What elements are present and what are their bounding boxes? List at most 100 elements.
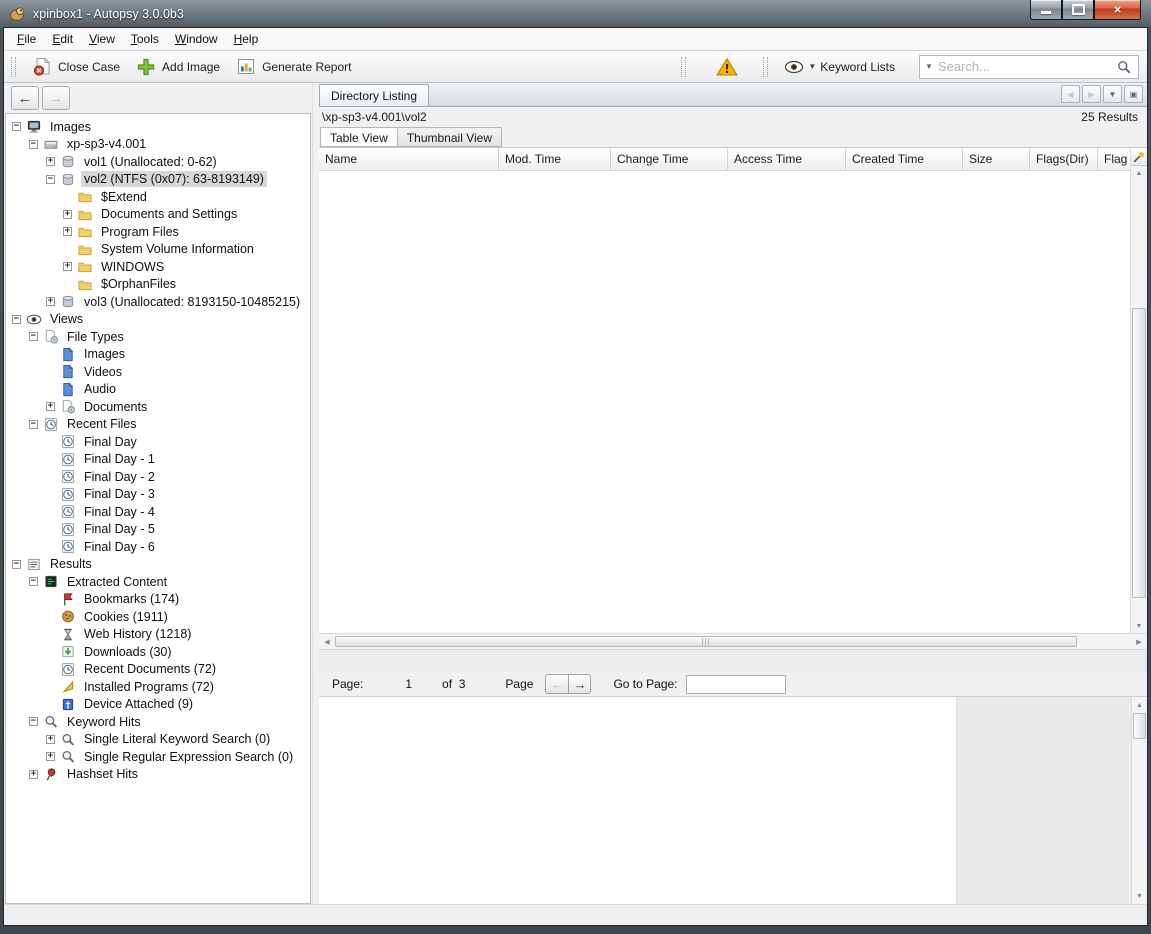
- search-input[interactable]: [936, 58, 1110, 75]
- close-button[interactable]: ×: [1094, 0, 1141, 20]
- tree-item-system-volume-information[interactable]: System Volume Information: [6, 241, 310, 259]
- tree-item-bookmarks-174[interactable]: Bookmarks (174): [6, 591, 310, 609]
- tree-item-windows[interactable]: +WINDOWS: [6, 258, 310, 276]
- tree-item-final-day-3[interactable]: Final Day - 3: [6, 486, 310, 504]
- scroll-down-icon[interactable]: ▼: [1131, 619, 1147, 633]
- back-button[interactable]: ←: [11, 86, 39, 110]
- tree-expander-minus-icon[interactable]: −: [29, 420, 38, 429]
- tree-item-final-day-5[interactable]: Final Day - 5: [6, 521, 310, 539]
- menu-edit[interactable]: Edit: [44, 28, 81, 50]
- tree-item-single-regular-expression-search-0[interactable]: +Single Regular Expression Search (0): [6, 748, 310, 766]
- scroll-right-icon[interactable]: ▶: [1131, 638, 1147, 646]
- tab-table-view[interactable]: Table View: [320, 127, 398, 147]
- title-bar[interactable]: xpinbox1 - Autopsy 3.0.0b3: [0, 0, 1151, 27]
- column-header-created-time[interactable]: Created Time: [846, 148, 963, 170]
- panel-splitter[interactable]: [312, 83, 319, 904]
- scroll-down-icon[interactable]: ▼: [1132, 889, 1147, 903]
- toolbar-grip[interactable]: [763, 57, 768, 77]
- maximize-panel-icon[interactable]: ▣: [1124, 85, 1143, 103]
- forward-button[interactable]: →: [42, 86, 70, 110]
- tree-item-final-day[interactable]: Final Day: [6, 433, 310, 451]
- tree-item-hashset-hits[interactable]: +Hashset Hits: [6, 766, 310, 784]
- column-header-flag[interactable]: Flag: [1098, 148, 1131, 170]
- scroll-left-icon[interactable]: ◀: [319, 638, 335, 646]
- tab-thumbnail-view[interactable]: Thumbnail View: [397, 127, 502, 147]
- tree-item-final-day-2[interactable]: Final Day - 2: [6, 468, 310, 486]
- tree-item-extend[interactable]: $Extend: [6, 188, 310, 206]
- menu-file[interactable]: File: [9, 28, 44, 50]
- tree-expander-plus-icon[interactable]: +: [63, 210, 72, 219]
- column-header-mod-time[interactable]: Mod. Time: [499, 148, 611, 170]
- keyword-lists-button[interactable]: ▼ Keyword Lists: [776, 58, 905, 76]
- tree-item-audio[interactable]: Audio: [6, 381, 310, 399]
- tree-expander-minus-icon[interactable]: −: [46, 175, 55, 184]
- tree-item-downloads-30[interactable]: Downloads (30): [6, 643, 310, 661]
- tree-item-single-literal-keyword-search-0[interactable]: +Single Literal Keyword Search (0): [6, 731, 310, 749]
- tree-item-final-day-1[interactable]: Final Day - 1: [6, 451, 310, 469]
- tree-item-extracted-content[interactable]: −Extracted Content: [6, 573, 310, 591]
- menu-view[interactable]: View: [81, 28, 123, 50]
- minimize-button[interactable]: [1030, 0, 1062, 20]
- tree-expander-plus-icon[interactable]: +: [29, 770, 38, 779]
- tree-expander-plus-icon[interactable]: +: [46, 735, 55, 744]
- tree-expander-plus-icon[interactable]: +: [46, 157, 55, 166]
- add-image-button[interactable]: Add Image: [128, 54, 228, 80]
- tree-expander-plus-icon[interactable]: +: [46, 297, 55, 306]
- horizontal-scroll-thumb[interactable]: |||: [335, 636, 1077, 647]
- tree-expander-minus-icon[interactable]: −: [29, 577, 38, 586]
- tree-item-final-day-4[interactable]: Final Day - 4: [6, 503, 310, 521]
- tree-expander-minus-icon[interactable]: −: [12, 315, 21, 324]
- vertical-scroll-thumb[interactable]: [1132, 308, 1146, 598]
- tree-item-xp-sp3-v4-001[interactable]: −xp-sp3-v4.001: [6, 136, 310, 154]
- column-header-name[interactable]: Name: [319, 148, 499, 170]
- tree-item-images[interactable]: −Images: [6, 118, 310, 136]
- tree-item-recent-documents-72[interactable]: Recent Documents (72): [6, 661, 310, 679]
- table-vertical-scrollbar[interactable]: ▲ ▼: [1130, 148, 1147, 633]
- tree-item-vol1-unallocated-0-62[interactable]: +vol1 (Unallocated: 0-62): [6, 153, 310, 171]
- tree-item-installed-programs-72[interactable]: Installed Programs (72): [6, 678, 310, 696]
- toolbar-grip[interactable]: [11, 57, 16, 77]
- column-header-size[interactable]: Size: [963, 148, 1030, 170]
- toolbar-grip[interactable]: [681, 57, 686, 77]
- tree-expander-minus-icon[interactable]: −: [29, 332, 38, 341]
- menu-help[interactable]: Help: [226, 28, 267, 50]
- menu-window[interactable]: Window: [167, 28, 226, 50]
- column-header-flags-dir[interactable]: Flags(Dir): [1030, 148, 1098, 170]
- tree-expander-minus-icon[interactable]: −: [29, 140, 38, 149]
- tab-scroll-left-icon[interactable]: ◀: [1061, 85, 1080, 103]
- tree-item-documents[interactable]: +Documents: [6, 398, 310, 416]
- tree-item-cookies-1911[interactable]: Cookies (1911): [6, 608, 310, 626]
- previous-page-button[interactable]: ←: [545, 674, 568, 694]
- column-header-access-time[interactable]: Access Time: [728, 148, 846, 170]
- tree-item-videos[interactable]: Videos: [6, 363, 310, 381]
- tree-item-keyword-hits[interactable]: −Keyword Hits: [6, 713, 310, 731]
- tree-item-results[interactable]: −Results: [6, 556, 310, 574]
- column-settings-button[interactable]: [1131, 148, 1147, 166]
- tab-directory-listing[interactable]: Directory Listing: [319, 84, 429, 106]
- tab-scroll-right-icon[interactable]: ▶: [1082, 85, 1101, 103]
- tree-item-vol2-ntfs-0x07-63-8193149[interactable]: −vol2 (NTFS (0x07): 63-8193149): [6, 171, 310, 189]
- tree-item-vol3-unallocated-8193150-10485215[interactable]: +vol3 (Unallocated: 8193150-10485215): [6, 293, 310, 311]
- scroll-up-icon[interactable]: ▲: [1132, 698, 1147, 712]
- tree-item-recent-files[interactable]: −Recent Files: [6, 416, 310, 434]
- menu-tools[interactable]: Tools: [123, 28, 167, 50]
- hex-scroll-thumb[interactable]: [1133, 713, 1146, 739]
- scroll-up-icon[interactable]: ▲: [1131, 166, 1147, 180]
- tab-list-dropdown-icon[interactable]: ▼: [1103, 85, 1122, 103]
- tree-expander-plus-icon[interactable]: +: [63, 227, 72, 236]
- tree-item-final-day-6[interactable]: Final Day - 6: [6, 538, 310, 556]
- tree-expander-minus-icon[interactable]: −: [12, 122, 21, 131]
- column-header-change-time[interactable]: Change Time: [611, 148, 728, 170]
- tree-item-views[interactable]: −Views: [6, 311, 310, 329]
- next-page-button[interactable]: →: [568, 674, 591, 694]
- goto-page-input[interactable]: [686, 675, 786, 694]
- tree-item-images[interactable]: Images: [6, 346, 310, 364]
- tree-item-file-types[interactable]: −File Types: [6, 328, 310, 346]
- tree-expander-plus-icon[interactable]: +: [46, 402, 55, 411]
- maximize-button[interactable]: [1062, 0, 1094, 20]
- close-case-button[interactable]: Close Case: [24, 54, 128, 80]
- tree-item-device-attached-9[interactable]: Device Attached (9): [6, 696, 310, 714]
- tree-expander-minus-icon[interactable]: −: [12, 560, 21, 569]
- ingest-warning-button[interactable]: [694, 57, 760, 77]
- tree-item-web-history-1218[interactable]: Web History (1218): [6, 626, 310, 644]
